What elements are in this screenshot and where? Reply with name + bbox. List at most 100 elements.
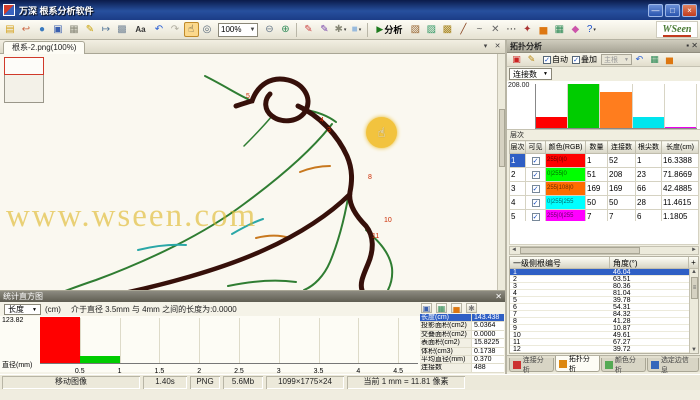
acquire-image-icon[interactable]: ●	[35, 22, 50, 37]
visible-cell[interactable]: ✓	[526, 182, 546, 196]
excel-icon[interactable]: ▦	[552, 22, 567, 37]
person-icon[interactable]: ✦	[520, 22, 535, 37]
stat-row[interactable]: 连接数488	[420, 364, 504, 372]
visible-cell[interactable]: ✓	[526, 154, 546, 168]
table-row[interactable]: 4✓0|255|25550502811.4615	[510, 196, 699, 210]
edit-icon[interactable]: ✎	[83, 22, 98, 37]
auto-checkbox[interactable]: ✓	[543, 56, 551, 64]
maximize-button[interactable]: □	[665, 4, 680, 17]
angle-table-row[interactable]: 263.51	[510, 276, 698, 283]
magnifier-icon[interactable]: ◎	[200, 22, 215, 37]
analysis-tab-连接分析[interactable]: 连接分析	[509, 358, 554, 372]
angle-table-row[interactable]: 146.04	[510, 269, 698, 276]
scroll-left-icon[interactable]: ◄	[511, 247, 517, 254]
excel-icon[interactable]: ▦	[648, 53, 661, 66]
visible-checkbox[interactable]: ✓	[532, 199, 540, 207]
zoom-level-dropdown[interactable]: 100%▼	[218, 23, 258, 37]
horizontal-scrollbar[interactable]: ◄ ►	[509, 246, 699, 255]
close-button[interactable]: ×	[682, 4, 697, 17]
seedling-tool-icon[interactable]: ▩	[440, 22, 455, 37]
level-cell[interactable]: 4	[510, 196, 526, 210]
scroll-up-icon[interactable]: ▲	[691, 269, 697, 275]
mark-tool-icon[interactable]: ✎	[301, 22, 316, 37]
table-row[interactable]: 1✓255|0|0152116.3388	[510, 154, 699, 168]
print-icon[interactable]: ▦	[67, 22, 82, 37]
column-header[interactable]: 可见	[526, 141, 546, 154]
histogram-metric-dropdown[interactable]: 长度▼	[4, 304, 41, 315]
visible-checkbox[interactable]: ✓	[532, 171, 540, 179]
document-tab[interactable]: 根系-2.png(100%)	[3, 41, 85, 54]
overlay-checkbox[interactable]: ✓	[572, 56, 580, 64]
angle-table-row[interactable]: 1049.61	[510, 332, 698, 339]
visible-checkbox[interactable]: ✓	[532, 157, 540, 165]
stat-row[interactable]: 投影面积(cm2)5.0364	[420, 322, 504, 330]
image-canvas[interactable]: 54381011 www.wseen.com ☝	[0, 54, 505, 290]
panel-close-icon[interactable]: ✕	[691, 41, 698, 50]
settings-icon[interactable]: ✱▾	[333, 22, 348, 37]
save-icon[interactable]: ▣	[51, 22, 66, 37]
stat-row[interactable]: 表面积(cm2)15.8225	[420, 339, 504, 347]
angle-table-row[interactable]: 380.36	[510, 283, 698, 290]
draw-cross-icon[interactable]: ✕	[488, 22, 503, 37]
stat-row[interactable]: 平均直径(mm)0.370	[420, 356, 504, 364]
palette-icon[interactable]: ◆	[568, 22, 583, 37]
visible-cell[interactable]: ✓	[526, 196, 546, 210]
analysis-tab-选定边信息[interactable]: 选定边信息	[647, 358, 699, 372]
shape-tool-icon[interactable]: ■▾	[349, 22, 364, 37]
column-header[interactable]: 根尖数	[636, 141, 662, 154]
save-icon[interactable]: ▣	[421, 303, 432, 313]
column-header[interactable]: 长度(cm)	[662, 141, 699, 154]
column-header[interactable]: 层次	[510, 141, 526, 154]
angle-table-row[interactable]: 654.31	[510, 304, 698, 311]
tab-list-icon[interactable]: ▾	[480, 42, 491, 53]
table-row[interactable]: 3✓255|108|01691696642.4885	[510, 182, 699, 196]
stat-row[interactable]: 长度(cm)143.438	[420, 314, 504, 322]
excel-icon[interactable]: ▦	[436, 303, 447, 313]
panel-close-icon[interactable]: ✕	[495, 291, 502, 302]
visible-checkbox[interactable]: ✓	[532, 185, 540, 193]
split-tool-icon[interactable]: ▧	[408, 22, 423, 37]
column-header[interactable]: 颜色(RGB)	[546, 141, 586, 154]
analyze-button[interactable]: ▶分析	[373, 22, 405, 37]
chart-icon[interactable]: ▅	[536, 22, 551, 37]
level-cell[interactable]: 3	[510, 182, 526, 196]
angle-table-row[interactable]: 539.78	[510, 297, 698, 304]
help-icon[interactable]: ?▾	[584, 22, 599, 37]
angle-table-scrollbar[interactable]: ▲ ≡ ▼	[689, 269, 698, 353]
pin-icon[interactable]: ▪	[686, 41, 689, 50]
minimize-button[interactable]: —	[648, 4, 663, 17]
stat-row[interactable]: 交叠面积(cm2)0.0000	[420, 331, 504, 339]
visible-cell[interactable]: ✓	[526, 168, 546, 182]
root-select-dropdown[interactable]: 主根▼	[601, 54, 632, 65]
angle-table-row[interactable]: 841.28	[510, 318, 698, 325]
gear-icon[interactable]: ✱	[466, 303, 477, 313]
angle-table-row[interactable]: 1239.72	[510, 346, 698, 353]
redo-icon[interactable]: ↷	[168, 22, 183, 37]
navigator-viewport[interactable]	[4, 57, 44, 75]
scroll-down-icon[interactable]: ▼	[691, 347, 697, 353]
angle-table-row[interactable]: 784.32	[510, 311, 698, 318]
undo-icon[interactable]: ↶	[633, 53, 646, 66]
draw-curve-icon[interactable]: ~	[472, 22, 487, 37]
join-tool-icon[interactable]: ▨	[424, 22, 439, 37]
copy-icon[interactable]: ▩	[115, 22, 130, 37]
metric-select-dropdown[interactable]: 连接数▼	[509, 68, 552, 80]
analysis-tab-拓扑分析[interactable]: 拓扑分析	[555, 356, 600, 372]
level-cell[interactable]: 2	[510, 168, 526, 182]
draw-line-icon[interactable]: ╱	[456, 22, 471, 37]
export-icon[interactable]: ↦	[99, 22, 114, 37]
navigator-thumbnail[interactable]	[4, 57, 44, 103]
zoom-out-icon[interactable]: ⊖	[262, 22, 277, 37]
angle-table-row[interactable]: 910.87	[510, 325, 698, 332]
scrollbar-thumb[interactable]	[520, 247, 640, 254]
angle-table-row[interactable]: 1167.27	[510, 339, 698, 346]
analysis-tab-颜色分析[interactable]: 颜色分析	[601, 358, 646, 372]
level-cell[interactable]: 1	[510, 154, 526, 168]
chart-icon[interactable]: ▅	[451, 303, 462, 313]
open-file-icon[interactable]: ▤	[3, 22, 18, 37]
tab-close-icon[interactable]: ✕	[492, 42, 503, 53]
canvas-vertical-scrollbar[interactable]	[497, 54, 505, 290]
column-header[interactable]: 连接数	[608, 141, 636, 154]
annotate-icon[interactable]: ✎	[525, 53, 538, 66]
stat-row[interactable]: 体积(cm3)0.1738	[420, 348, 504, 356]
